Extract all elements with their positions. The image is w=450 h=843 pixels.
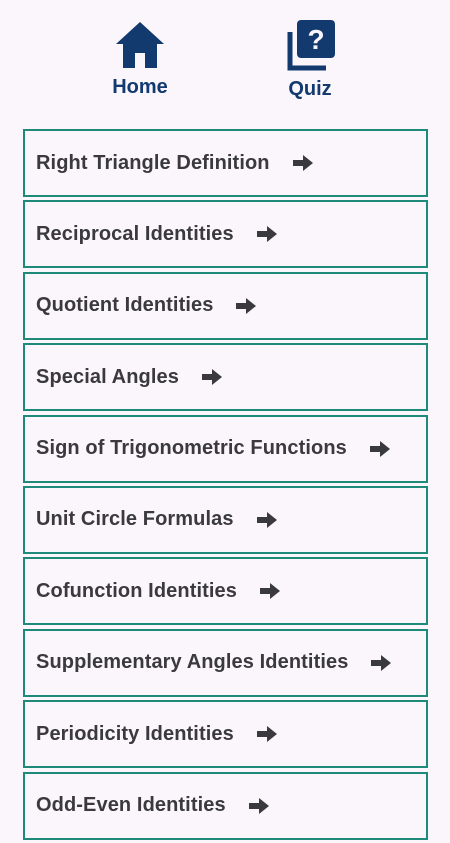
arrow-right-icon <box>256 511 277 528</box>
arrow-right-icon <box>371 654 392 671</box>
topic-item-label: Periodicity Identities <box>36 722 234 745</box>
quiz-label: Quiz <box>288 78 332 100</box>
topic-item[interactable]: Cofunction Identities <box>23 557 428 626</box>
arrow-right-icon <box>369 440 390 457</box>
topic-item-label: Special Angles <box>36 365 179 388</box>
topic-item[interactable]: Odd-Even Identities <box>23 771 428 840</box>
topic-item[interactable]: Reciprocal Identities <box>23 200 428 269</box>
topic-item-label: Odd-Even Identities <box>36 794 226 817</box>
topic-item-label: Sign of Trigonometric Functions <box>36 437 347 460</box>
quiz-button[interactable]: ? Quiz <box>260 18 360 114</box>
home-button[interactable]: Home <box>90 18 190 114</box>
topic-item-label: Right Triangle Definition <box>36 151 270 174</box>
topic-list: Right Triangle Definition Reciprocal Iden… <box>23 129 428 843</box>
home-label: Home <box>112 76 168 98</box>
arrow-right-icon <box>201 369 222 386</box>
topic-item-label: Cofunction Identities <box>36 579 237 602</box>
topic-item[interactable]: Supplementary Angles Identities <box>23 628 428 697</box>
arrow-right-icon <box>259 583 280 600</box>
arrow-right-icon <box>256 726 277 743</box>
topic-item[interactable]: Sign of Trigonometric Functions <box>23 414 428 483</box>
arrow-right-icon <box>236 297 257 314</box>
home-icon <box>116 22 164 68</box>
topic-item[interactable]: Quotient Identities <box>23 271 428 340</box>
topic-item-label: Supplementary Angles Identities <box>36 651 349 674</box>
topic-item-label: Quotient Identities <box>36 294 214 317</box>
quiz-icon: ? <box>287 20 335 71</box>
arrow-right-icon <box>256 226 277 243</box>
topic-item-label: Unit Circle Formulas <box>36 508 234 531</box>
topic-item[interactable]: Unit Circle Formulas <box>23 485 428 554</box>
arrow-right-icon <box>292 155 313 171</box>
svg-text:?: ? <box>307 24 324 55</box>
topic-item[interactable]: Periodicity Identities <box>23 700 428 769</box>
top-navigation: Home ? Quiz <box>0 0 450 120</box>
topic-item[interactable]: Right Triangle Definition <box>23 129 428 197</box>
topic-item-label: Reciprocal Identities <box>36 222 234 245</box>
topic-item[interactable]: Special Angles <box>23 343 428 412</box>
